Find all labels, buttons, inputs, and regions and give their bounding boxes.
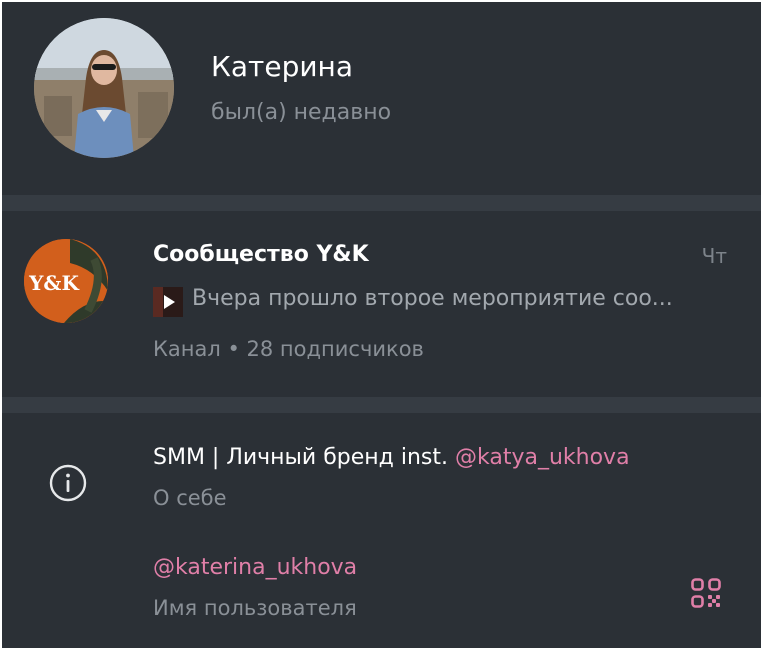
bio-caption: О себе [153,486,227,510]
video-thumbnail-icon [153,287,183,317]
qr-code-icon[interactable] [690,577,722,609]
channel-subscriber-count: Канал • 28 подписчиков [153,337,424,361]
profile-panel: Катерина был(а) недавно Y&K Сообщество Y… [2,2,761,648]
channel-logo-text: Y&K [28,271,79,295]
channel-avatar[interactable]: Y&K [24,239,108,323]
section-divider [2,195,761,211]
section-divider [2,397,761,413]
channel-last-message-preview: Вчера прошло второе мероприятие соо... [192,286,673,311]
profile-avatar[interactable] [34,18,174,158]
bio-text-plain: SMM | Личный бренд inst. [153,445,455,470]
bio-instagram-link[interactable]: @katya_ukhova [455,445,630,470]
info-circle-icon [48,463,88,503]
bio-text: SMM | Личный бренд inst. @katya_ukhova [153,445,630,470]
username-caption: Имя пользователя [153,596,357,620]
profile-name: Катерина [211,50,354,83]
channel-last-message-day: Чт [701,244,727,268]
channel-name: Сообщество Y&K [153,242,369,267]
username-link[interactable]: @katerina_ukhova [153,555,357,580]
profile-status: был(а) недавно [211,100,392,125]
